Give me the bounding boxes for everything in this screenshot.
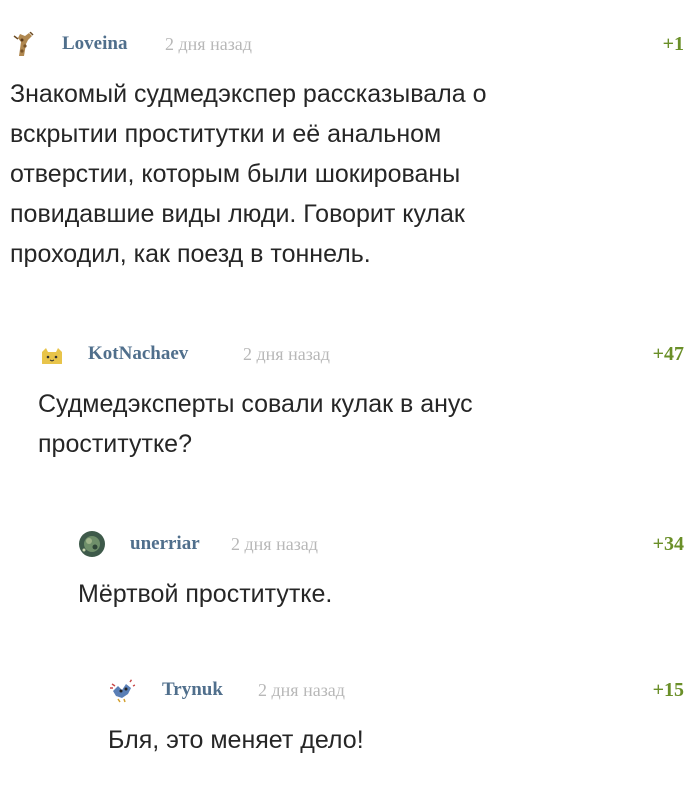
cat-icon[interactable] <box>38 340 66 368</box>
comment-rating: +47 <box>652 343 684 365</box>
comment-header: Loveina 2 дня назад +1 <box>10 28 684 60</box>
comment-rating: +15 <box>652 679 684 701</box>
comment-rating: +34 <box>652 533 684 555</box>
comment: Loveina 2 дня назад +1 Знакомый судмедэк… <box>10 28 684 274</box>
comment: KotNachaev 2 дня назад +47 Судмедэксперт… <box>38 338 684 464</box>
username[interactable]: Loveina <box>62 33 127 55</box>
sparkle-creature-icon[interactable] <box>108 676 136 704</box>
username[interactable]: KotNachaev <box>88 343 188 365</box>
username[interactable]: Trynuk <box>162 679 223 701</box>
giraffe-icon[interactable] <box>10 30 38 58</box>
comment-time: 2 дня назад <box>165 34 252 54</box>
comment-text: Знакомый судмедэкспер рассказывала о вск… <box>10 80 487 268</box>
comment-text: Судмедэксперты совали кулак в анус прост… <box>38 390 473 458</box>
comment-text: Бля, это меняет дело! <box>108 726 364 754</box>
comment-time: 2 дня назад <box>258 680 345 700</box>
comment-time: 2 дня назад <box>231 534 318 554</box>
comment-rating: +1 <box>662 33 684 55</box>
comment-header: KotNachaev 2 дня назад +47 <box>38 338 684 370</box>
comment-time: 2 дня назад <box>243 344 330 364</box>
planet-icon[interactable] <box>78 530 106 558</box>
comment: unerriar 2 дня назад +34 Мёртвой простит… <box>78 528 684 614</box>
comment-text: Мёртвой проститутке. <box>78 580 333 608</box>
comment-header: Trynuk 2 дня назад +15 <box>108 674 684 706</box>
comment: Trynuk 2 дня назад +15 Бля, это меняет д… <box>108 674 684 760</box>
username[interactable]: unerriar <box>130 533 200 555</box>
comment-header: unerriar 2 дня назад +34 <box>78 528 684 560</box>
